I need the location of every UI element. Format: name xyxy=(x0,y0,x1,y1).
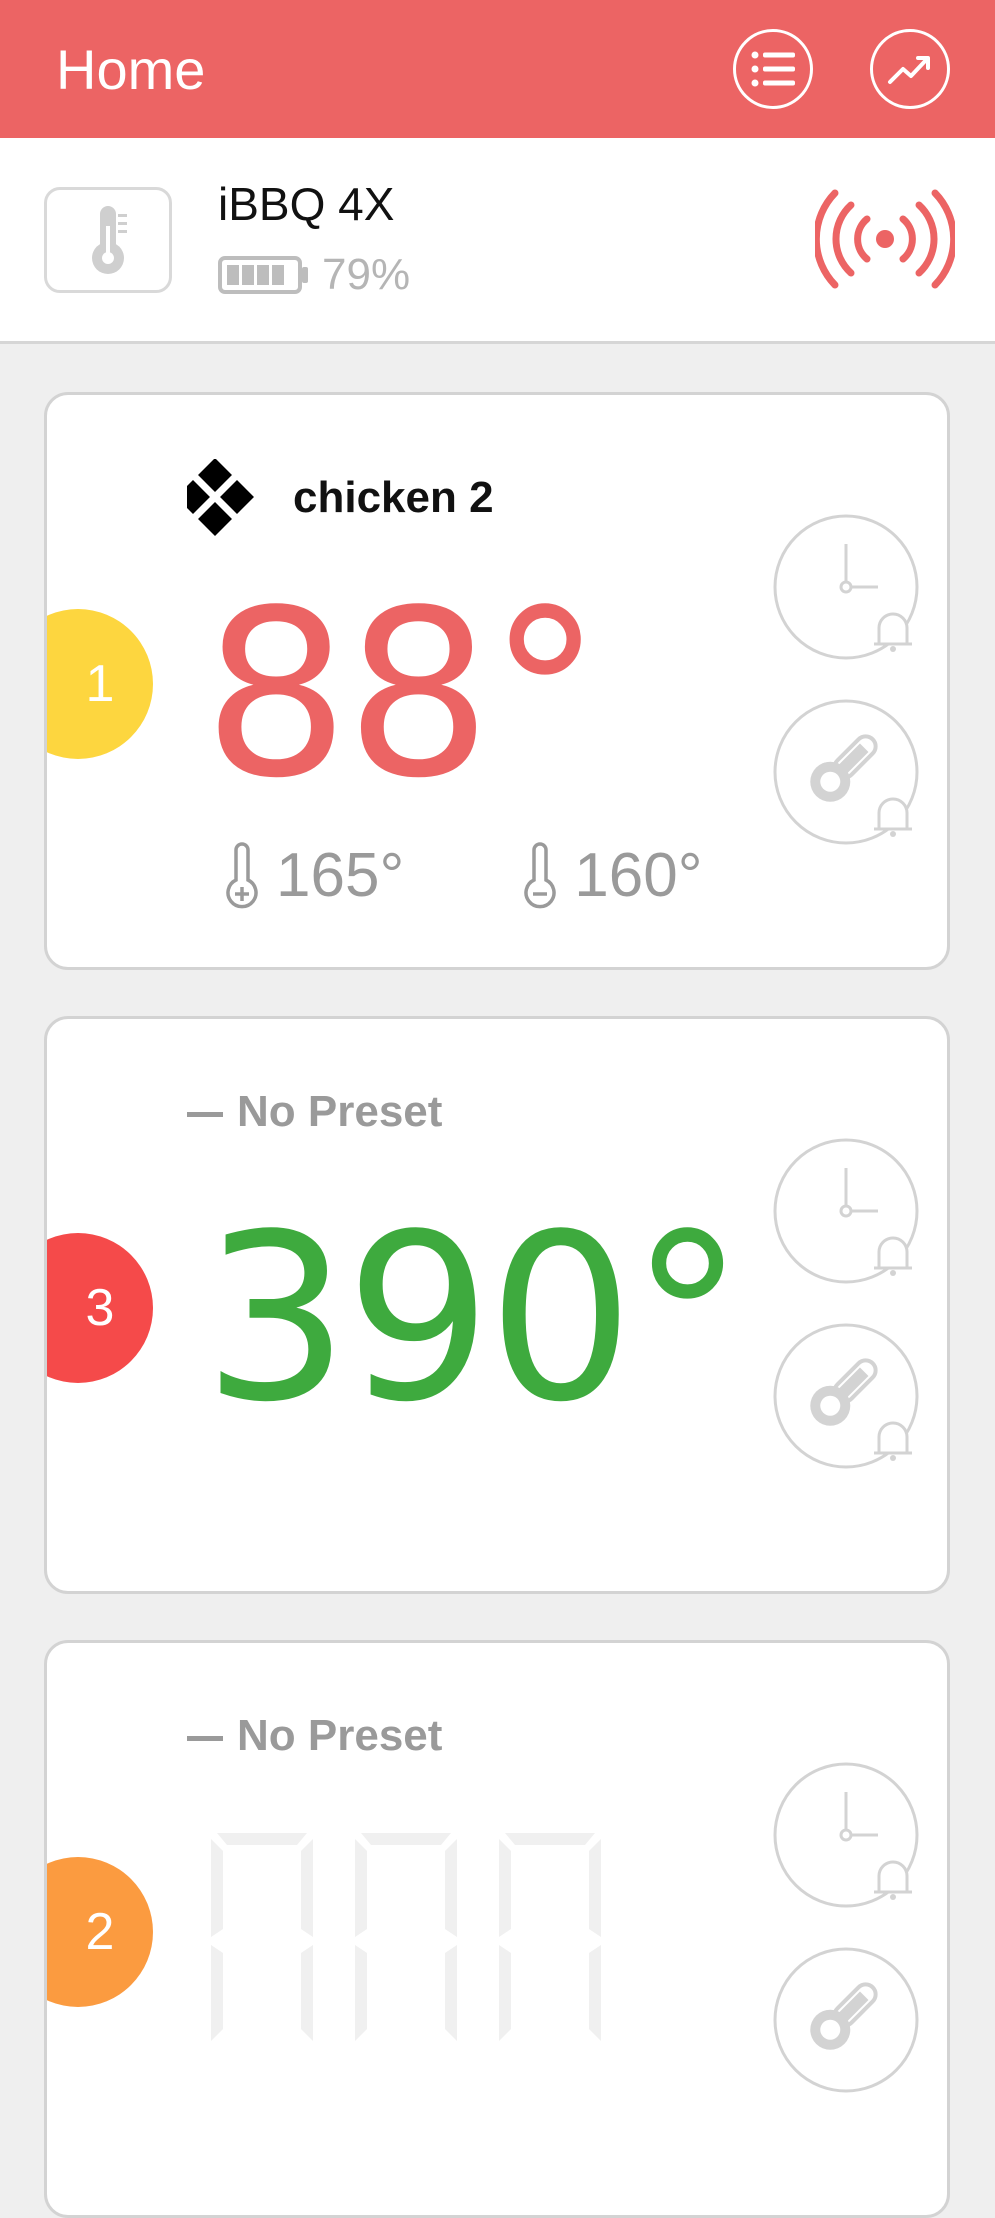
food-diamond-icon xyxy=(187,459,254,536)
preset-label[interactable]: No Preset xyxy=(187,1087,442,1137)
dash-icon xyxy=(187,1111,223,1117)
target-high-value: 165° xyxy=(276,841,405,910)
temperature-alarm-button[interactable] xyxy=(773,699,923,849)
probe-card-1[interactable]: 1 chicken 2 88° 165° 160° xyxy=(44,392,950,970)
battery-icon xyxy=(218,256,308,294)
current-temperature: 390° xyxy=(203,1186,745,1453)
thermometer-icon xyxy=(92,206,127,274)
preset-name: No Preset xyxy=(237,1087,443,1136)
page-title: Home xyxy=(56,38,206,101)
target-low: 160° xyxy=(520,840,703,911)
probe-number-badge: 1 xyxy=(47,609,153,759)
current-temperature: 88° xyxy=(203,562,603,829)
device-name: iBBQ 4X xyxy=(218,178,395,230)
trend-chart-icon xyxy=(888,56,930,84)
preset-list-button[interactable] xyxy=(733,29,813,109)
device-thumbnail[interactable] xyxy=(44,187,172,293)
probe-card-2[interactable]: 2 No Preset xyxy=(44,1640,950,2218)
battery-percent: 79% xyxy=(322,250,411,299)
target-low-value: 160° xyxy=(574,841,703,910)
app-header: Home xyxy=(0,0,995,138)
probe-number-badge: 2 xyxy=(47,1857,153,2007)
probe-card-3[interactable]: 3 No Preset 390° xyxy=(44,1016,950,1594)
probe-number-badge: 3 xyxy=(47,1233,153,1383)
segment-digit-icon xyxy=(355,1833,457,2041)
temperature-alarm-button[interactable] xyxy=(773,1947,923,2097)
device-status-bar[interactable]: iBBQ 4X 79% xyxy=(0,138,995,344)
dash-icon xyxy=(187,1735,223,1741)
target-temperatures: 165° 160° xyxy=(222,840,819,911)
battery-indicator: 79% xyxy=(218,250,410,300)
preset-name: No Preset xyxy=(237,1711,443,1760)
list-icon xyxy=(751,51,795,87)
timer-alarm-button[interactable] xyxy=(773,1138,923,1288)
timer-alarm-button[interactable] xyxy=(773,1762,923,1912)
thermometer-minus-icon xyxy=(524,841,556,908)
segment-digit-icon xyxy=(211,1833,313,2041)
target-high: 165° xyxy=(222,840,404,911)
thermometer-plus-icon xyxy=(226,841,258,908)
segment-digit-icon xyxy=(499,1833,601,2041)
temperature-alarm-button[interactable] xyxy=(773,1323,923,1473)
graph-button[interactable] xyxy=(870,29,950,109)
preset-label[interactable]: No Preset xyxy=(187,1711,442,1761)
no-probe-placeholder xyxy=(207,1829,639,2049)
preset-name: chicken 2 xyxy=(293,473,494,522)
signal-icon xyxy=(815,189,955,289)
preset-label[interactable]: chicken 2 xyxy=(187,459,494,537)
timer-alarm-button[interactable] xyxy=(773,514,923,664)
